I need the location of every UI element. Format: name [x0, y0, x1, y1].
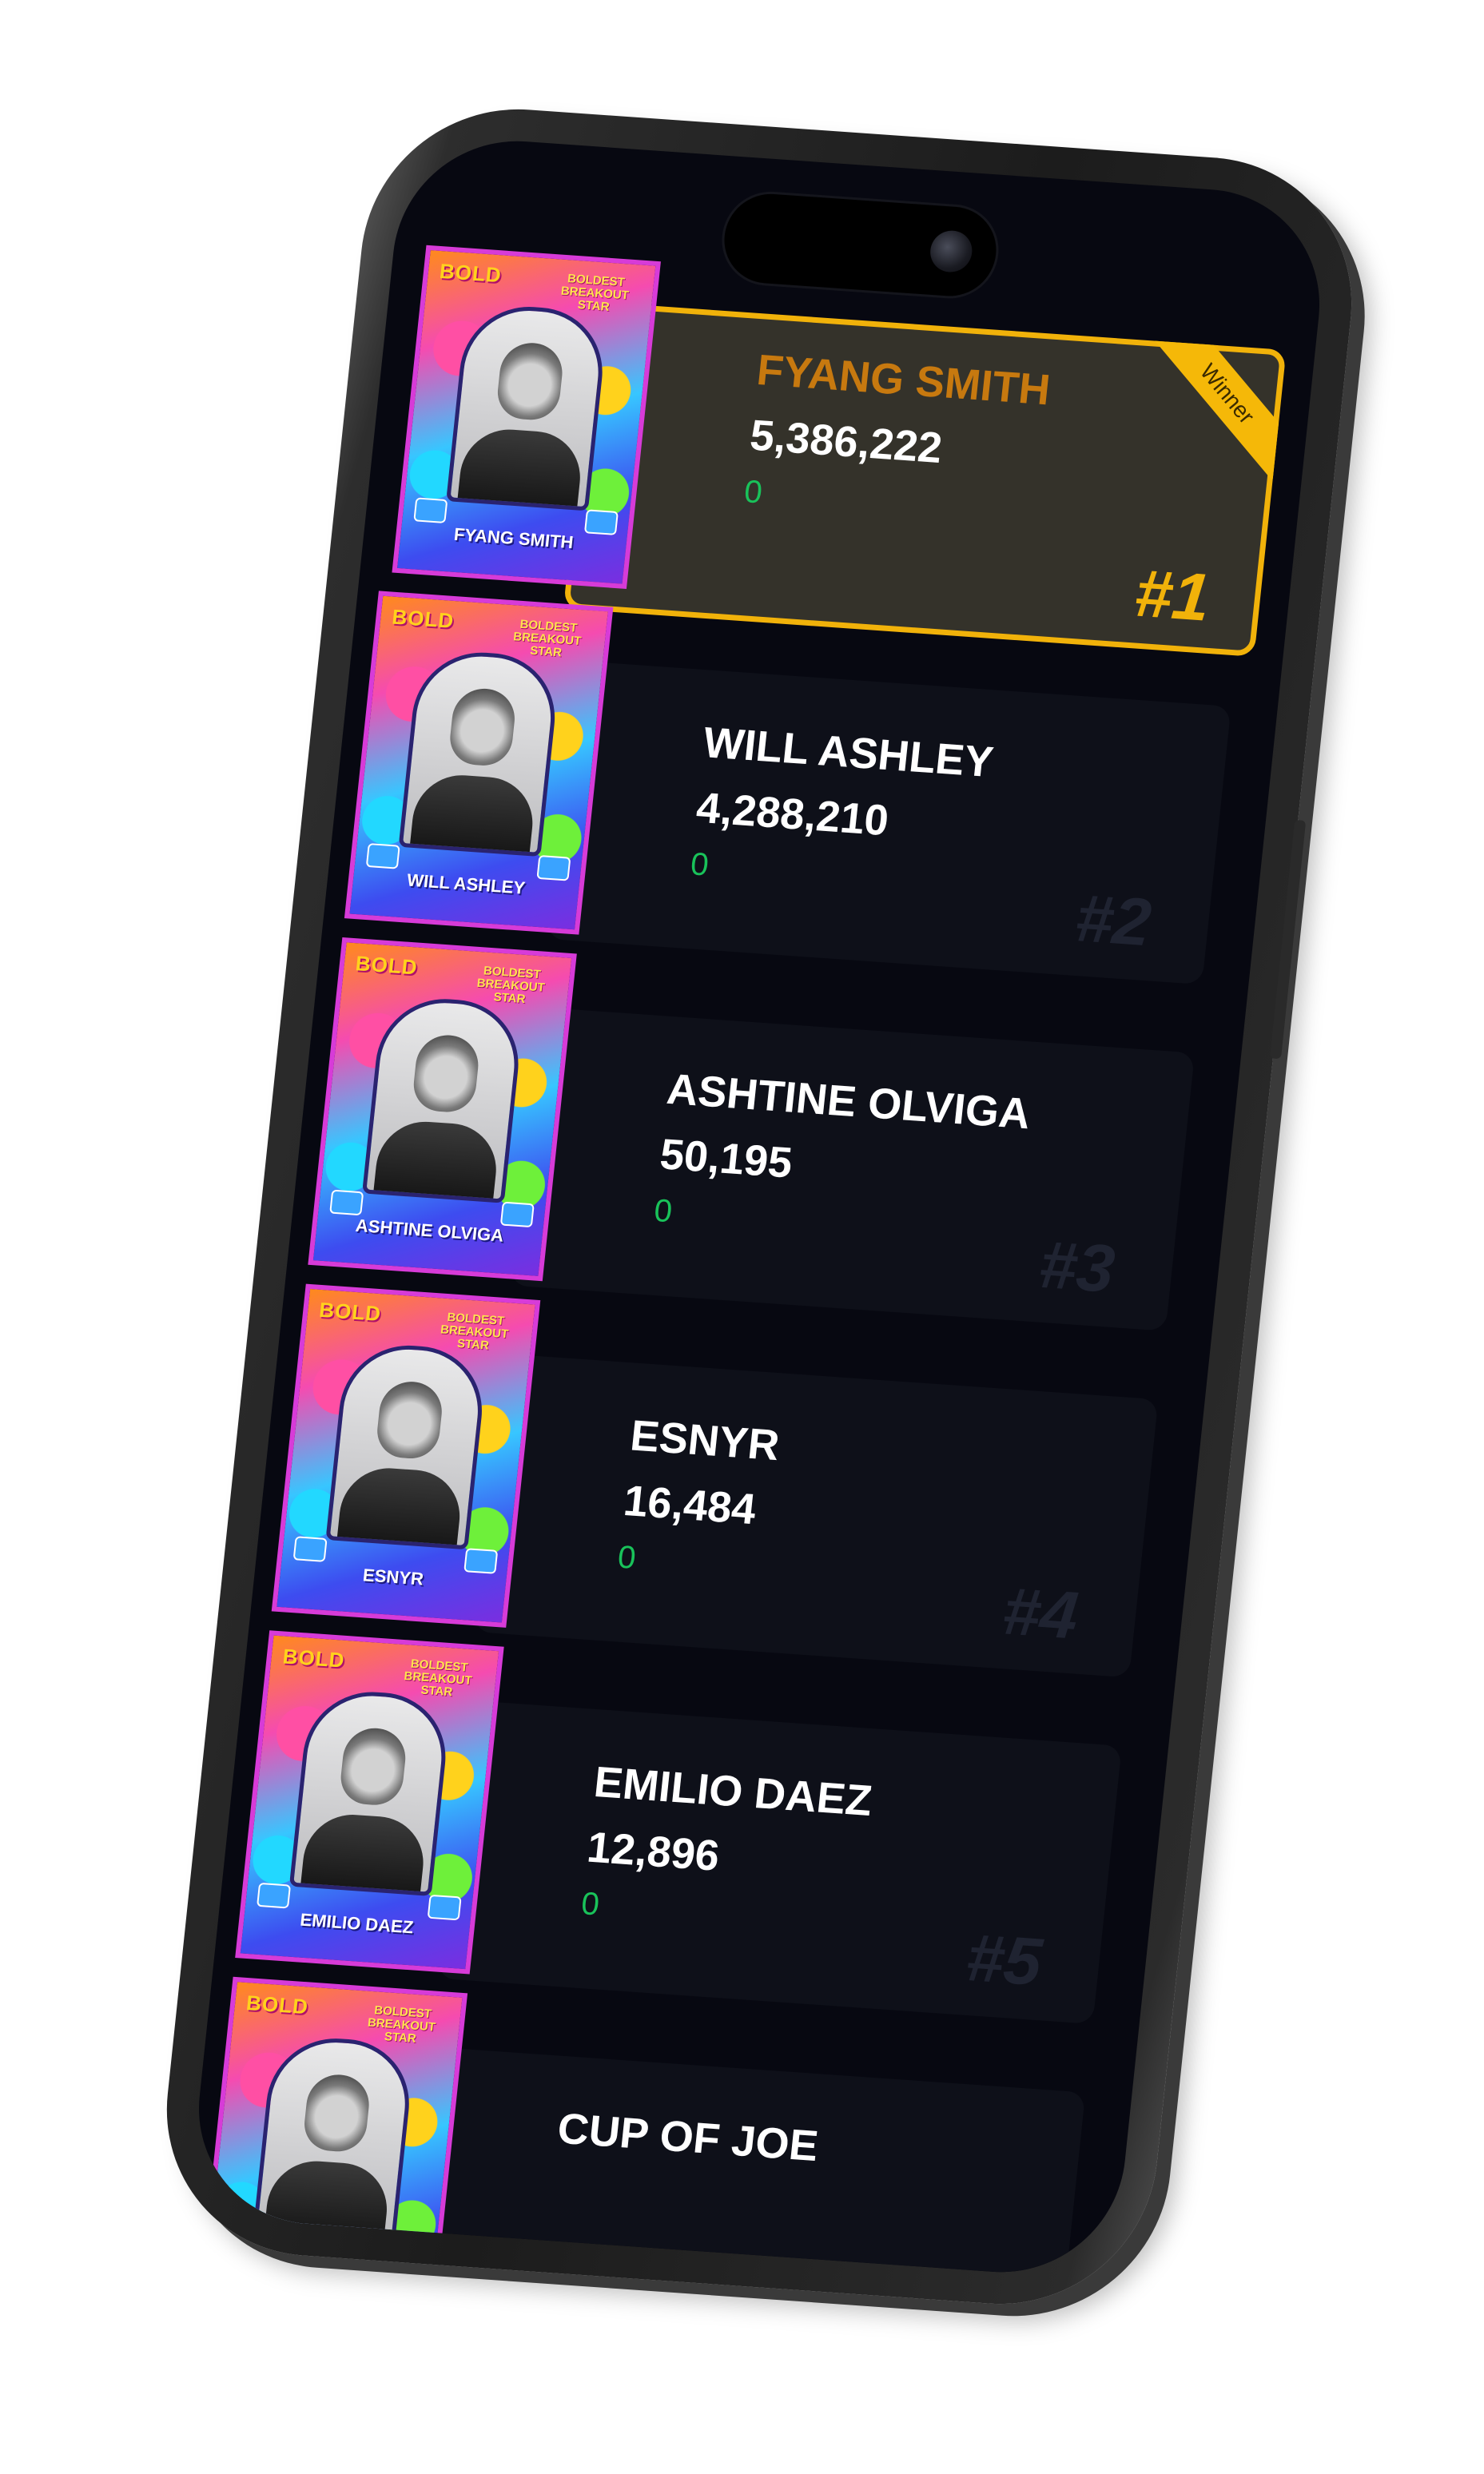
bold-logo: BOLD — [281, 1644, 347, 1673]
portrait-head — [338, 1726, 409, 1808]
leaderboard-row[interactable]: #4 BOLD BOLDEST BREAKOUT STAR ESNYR ESNY… — [249, 1283, 1211, 1691]
ticket-icon — [464, 1548, 499, 1574]
contestant-thumbnail[interactable]: BOLD BOLDEST BREAKOUT STAR FYANG SMITH — [392, 245, 661, 589]
ticket-icon — [427, 1894, 462, 1921]
ticket-icon — [413, 497, 448, 524]
portrait-photo — [398, 648, 562, 857]
portrait-photo — [253, 2034, 416, 2243]
portrait-head — [301, 2072, 372, 2154]
bold-logo: BOLD — [317, 1297, 383, 1326]
leaderboard-row[interactable]: #2 BOLD BOLDEST BREAKOUT STAR WILL ASHLE… — [322, 590, 1283, 998]
ticket-icon — [536, 854, 571, 881]
portrait-photo — [288, 1687, 452, 1896]
ticket-icon — [583, 509, 619, 535]
contestant-card[interactable]: #4 — [473, 1353, 1159, 1678]
rank-label: #4 — [999, 1573, 1082, 1653]
ticket-icon — [292, 1536, 328, 1562]
ticket-icon — [257, 1882, 292, 1909]
rank-label: #1 — [1131, 555, 1214, 635]
ticket-icon — [499, 1201, 535, 1228]
portrait-photo — [325, 1341, 489, 1550]
thumbnail-subtitle: BOLDEST BREAKOUT STAR — [367, 2003, 436, 2046]
thumbnail-subtitle: BOLDEST BREAKOUT STAR — [440, 1311, 509, 1353]
winner-label: Winner — [1150, 340, 1287, 480]
winner-ribbon: Winner — [1136, 340, 1287, 485]
bold-logo: BOLD — [245, 1991, 310, 2019]
rank-label: #5 — [962, 1919, 1046, 2000]
phone-mockup: Winner #1 BOLD BOLDEST BREAKOUT STAR FYA… — [0, 0, 1484, 2474]
portrait-photo — [446, 302, 609, 511]
leaderboard-row[interactable]: Winner #1 BOLD BOLDEST BREAKOUT STAR FYA… — [358, 243, 1319, 657]
contestant-thumbnail[interactable]: BOLD BOLDEST BREAKOUT STAR EMILIO DAEZ — [235, 1630, 504, 1975]
contestant-thumbnail[interactable]: BOLD BOLDEST BREAKOUT STAR WILL ASHLEY — [344, 591, 614, 935]
contestant-info: ESNYR 16,484 0 — [616, 1410, 782, 1585]
phone-device: Winner #1 BOLD BOLDEST BREAKOUT STAR FYA… — [152, 99, 1367, 2314]
portrait-body — [372, 1118, 501, 1203]
portrait-body — [300, 1812, 428, 1896]
vote-count: 12,896 — [584, 1823, 722, 1880]
ticket-icon — [329, 1189, 364, 1216]
vote-count: 5,386,222 — [747, 411, 945, 473]
contestant-info: ASHTINE OLVIGA 50,195 0 — [652, 1064, 1032, 1255]
bold-logo: BOLD — [438, 259, 503, 288]
contestant-thumbnail[interactable]: BOLD BOLDEST BREAKOUT STAR ASHTINE OLVIG… — [308, 937, 577, 1282]
leaderboard-row[interactable]: #5 BOLD BOLDEST BREAKOUT STAR EMILIO DAE… — [213, 1629, 1174, 2037]
vote-count: 50,195 — [658, 1130, 795, 1187]
portrait-body — [336, 1465, 465, 1550]
leaderboard-row[interactable]: #3 BOLD BOLDEST BREAKOUT STAR ASHTINE OL… — [285, 936, 1247, 1344]
camera-icon — [928, 229, 974, 274]
contestant-name: ESNYR — [628, 1411, 782, 1470]
portrait-body — [456, 426, 585, 511]
contestant-thumbnail[interactable]: BOLD BOLDEST BREAKOUT STAR ESNYR — [271, 1283, 541, 1628]
rank-label: #2 — [1072, 880, 1155, 961]
rank-label: #3 — [1036, 1226, 1119, 1307]
portrait-body — [409, 772, 538, 857]
bold-logo: BOLD — [391, 604, 456, 633]
vote-count: 16,484 — [621, 1477, 758, 1534]
portrait-head — [374, 1379, 445, 1461]
contestant-info: EMILIO DAEZ 12,896 0 — [579, 1757, 874, 1941]
portrait-photo — [362, 994, 525, 1203]
bold-logo: BOLD — [354, 951, 420, 980]
contestant-info: FYANG SMITH 5,386,222 0 — [742, 345, 1052, 530]
vote-count: 4,288,210 — [694, 783, 891, 845]
thumbnail-subtitle: BOLDEST BREAKOUT STAR — [560, 272, 630, 314]
thumbnail-subtitle: BOLDEST BREAKOUT STAR — [475, 964, 546, 1007]
dynamic-island — [719, 191, 1001, 300]
portrait-head — [447, 686, 518, 768]
contestant-info: WILL ASHLEY 4,288,210 0 — [689, 718, 996, 902]
portrait-head — [411, 1032, 482, 1114]
thumbnail-subtitle: BOLDEST BREAKOUT STAR — [512, 617, 583, 660]
thumbnail-subtitle: BOLDEST BREAKOUT STAR — [403, 1657, 473, 1700]
portrait-head — [495, 340, 566, 422]
ticket-icon — [365, 843, 400, 869]
